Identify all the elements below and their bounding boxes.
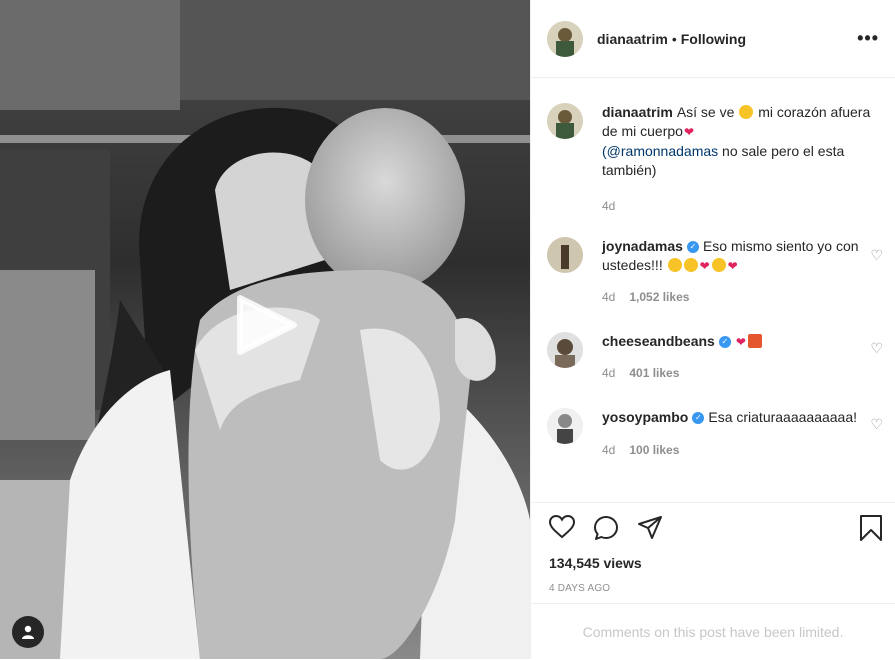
anger-emoji-icon bbox=[747, 334, 762, 348]
view-count[interactable]: 134,545 views bbox=[549, 555, 642, 571]
heart-emoji-icon: ❤ bbox=[727, 259, 738, 273]
heart-emoji-icon: ❤ bbox=[735, 335, 746, 349]
heart-icon[interactable] bbox=[548, 514, 576, 544]
comment-item: joynadamas ✓ Eso mismo siento yo con usted… bbox=[547, 237, 883, 307]
comment-like-heart-icon[interactable]: ♡ bbox=[870, 247, 883, 264]
comment-item: cheeseandbeans ✓ ❤ 4d 401 likes ♡ bbox=[547, 332, 883, 383]
post-date[interactable]: 4 DAYS AGO bbox=[549, 583, 610, 594]
comment-avatar[interactable] bbox=[547, 332, 583, 368]
heart-emoji-icon: ❤ bbox=[683, 125, 694, 139]
comment-likes[interactable]: 100 likes bbox=[629, 443, 679, 457]
share-icon[interactable] bbox=[637, 515, 663, 546]
separator-dot: • bbox=[671, 30, 677, 47]
verified-badge-icon: ✓ bbox=[692, 412, 705, 425]
comment-item: yosoypambo ✓ Esa criaturaaaaaaaaaa! 4d 100 … bbox=[547, 408, 883, 460]
author-username[interactable]: dianaatrim bbox=[597, 31, 668, 47]
post-actions: 134,545 views 4 DAYS AGO bbox=[531, 502, 895, 594]
comment-likes[interactable]: 1,052 likes bbox=[629, 290, 689, 304]
post-media[interactable] bbox=[0, 0, 530, 659]
post-header: dianaatrim • Following ••• bbox=[531, 0, 895, 78]
comment-time[interactable]: 4d bbox=[602, 366, 615, 380]
following-button[interactable]: Following bbox=[681, 31, 746, 47]
caption-time[interactable]: 4d bbox=[602, 199, 615, 213]
play-icon[interactable] bbox=[232, 290, 302, 360]
comment-username[interactable]: joynadamas bbox=[602, 238, 683, 254]
crying-emoji-icon bbox=[711, 258, 726, 272]
more-options-icon[interactable]: ••• bbox=[857, 28, 879, 49]
tagged-user-icon[interactable] bbox=[12, 616, 44, 648]
bookmark-icon[interactable] bbox=[859, 515, 883, 546]
verified-badge-icon: ✓ bbox=[718, 336, 731, 349]
caption-mention[interactable]: (@ramonnadamas bbox=[602, 143, 718, 159]
heart-emoji-icon: ❤ bbox=[699, 259, 710, 273]
comments-limited-notice: Comments on this post have been limited. bbox=[531, 603, 895, 660]
crying-emoji-icon bbox=[683, 258, 698, 272]
heart-eyes-emoji-icon bbox=[739, 105, 754, 119]
comment-time[interactable]: 4d bbox=[602, 443, 615, 457]
comment-username[interactable]: cheeseandbeans bbox=[602, 333, 715, 349]
comments-section: dianaatrim Así se ve mi corazón afuera de… bbox=[531, 79, 895, 501]
comment-like-heart-icon[interactable]: ♡ bbox=[870, 416, 883, 433]
comment-likes[interactable]: 401 likes bbox=[629, 366, 679, 380]
post-panel: dianaatrim • Following ••• dianaatrim Así… bbox=[530, 0, 895, 659]
caption: dianaatrim Así se ve mi corazón afuera de… bbox=[547, 103, 879, 216]
comment-avatar[interactable] bbox=[547, 408, 583, 444]
caption-avatar[interactable] bbox=[547, 103, 583, 139]
comment-username[interactable]: yosoypambo bbox=[602, 409, 688, 425]
comment-avatar[interactable] bbox=[547, 237, 583, 273]
caption-username[interactable]: dianaatrim bbox=[602, 104, 673, 120]
comment-text: Esa criaturaaaaaaaaaa! bbox=[708, 409, 858, 425]
author-avatar[interactable] bbox=[547, 20, 583, 57]
comment-time[interactable]: 4d bbox=[602, 290, 615, 304]
caption-text-1: Así se ve bbox=[676, 104, 735, 120]
comment-icon[interactable] bbox=[593, 515, 619, 546]
verified-badge-icon: ✓ bbox=[686, 241, 699, 254]
comment-like-heart-icon[interactable]: ♡ bbox=[870, 340, 883, 357]
crying-emoji-icon bbox=[667, 258, 682, 272]
